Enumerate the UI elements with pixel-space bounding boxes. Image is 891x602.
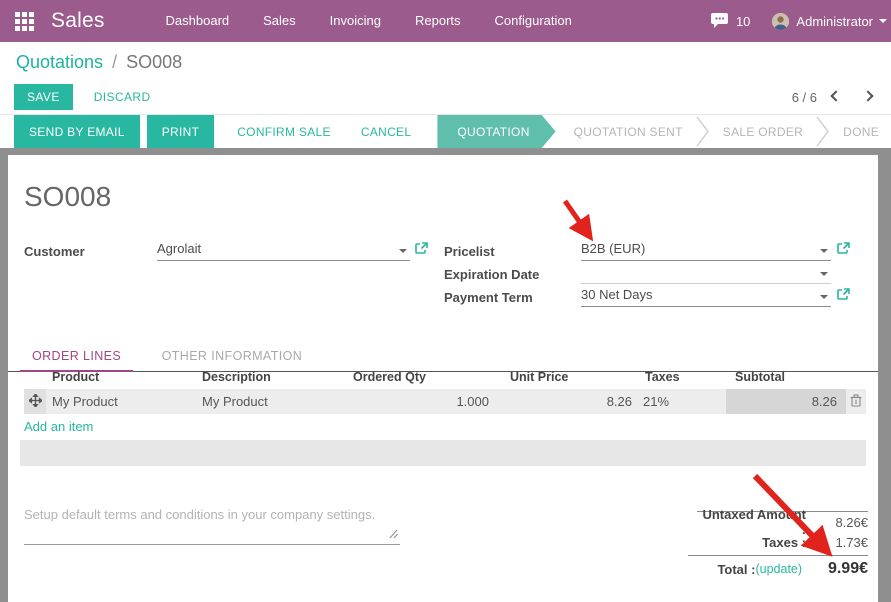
stage-pipeline: QUOTATION QUOTATION SENT SALE ORDER DONE bbox=[437, 115, 891, 148]
send-by-email-button[interactable]: SEND BY EMAIL bbox=[14, 115, 140, 148]
quotation-title: SO008 bbox=[24, 181, 111, 213]
taxes-value: 1.73€ bbox=[806, 535, 868, 550]
dropdown-caret-icon[interactable] bbox=[820, 272, 828, 276]
col-unit-price: Unit Price bbox=[501, 365, 641, 389]
menu-sales[interactable]: Sales bbox=[246, 0, 313, 42]
untaxed-amount-row: Untaxed Amount : 8.26€ bbox=[697, 511, 868, 532]
terms-placeholder: Setup default terms and conditions in yo… bbox=[24, 507, 375, 522]
expiration-date-field[interactable] bbox=[581, 264, 831, 284]
col-description: Description bbox=[196, 365, 341, 389]
menu-dashboard[interactable]: Dashboard bbox=[149, 0, 247, 42]
section-divider bbox=[20, 440, 866, 466]
payment-term-label: Payment Term bbox=[444, 290, 533, 305]
cell-taxes[interactable]: 21% bbox=[641, 389, 726, 414]
stage-sale-order[interactable]: SALE ORDER bbox=[711, 115, 815, 148]
cell-ordered-qty[interactable]: 1.000 bbox=[341, 389, 501, 414]
breadcrumb: Quotations / SO008 bbox=[16, 52, 182, 73]
menu-invoicing[interactable]: Invoicing bbox=[313, 0, 398, 42]
dropdown-caret-icon[interactable] bbox=[399, 249, 407, 253]
navbar-right: 10 Administrator bbox=[711, 13, 887, 30]
cell-product[interactable]: My Product bbox=[46, 389, 196, 414]
payment-term-field[interactable]: 30 Net Days bbox=[581, 287, 831, 307]
apps-menu-icon[interactable] bbox=[15, 12, 34, 31]
update-taxes-link[interactable]: (update) bbox=[755, 562, 808, 576]
pricelist-field[interactable]: B2B (EUR) bbox=[581, 241, 831, 261]
resize-handle-icon[interactable] bbox=[387, 525, 398, 543]
stage-done[interactable]: DONE bbox=[831, 115, 891, 148]
handle-column-header bbox=[24, 365, 46, 389]
cell-description[interactable]: My Product bbox=[196, 389, 341, 414]
cell-unit-price[interactable]: 8.26 bbox=[501, 389, 641, 414]
pager-previous-icon[interactable] bbox=[823, 88, 849, 106]
chevron-down-icon bbox=[879, 19, 887, 23]
stage-chevron-icon bbox=[815, 115, 831, 148]
control-panel: Quotations / SO008 SAVE DISCARD 6 / 6 bbox=[0, 42, 891, 115]
breadcrumb-current: SO008 bbox=[126, 52, 182, 72]
pager-next-icon[interactable] bbox=[855, 88, 881, 106]
dropdown-caret-icon[interactable] bbox=[820, 249, 828, 253]
menu-reports[interactable]: Reports bbox=[398, 0, 478, 42]
user-avatar[interactable] bbox=[772, 13, 789, 30]
stage-quotation-sent[interactable]: QUOTATION SENT bbox=[562, 115, 695, 148]
top-navbar: Sales Dashboard Sales Invoicing Reports … bbox=[0, 0, 891, 42]
main-menu: Dashboard Sales Invoicing Reports Config… bbox=[149, 0, 589, 42]
order-line-row[interactable]: My Product My Product 1.000 8.26 21% 8.2… bbox=[24, 389, 866, 414]
payment-term-external-link-icon[interactable] bbox=[837, 288, 850, 306]
taxes-row: Taxes : 1.73€ bbox=[688, 532, 868, 553]
col-subtotal: Subtotal bbox=[726, 365, 846, 389]
delete-line-icon[interactable] bbox=[846, 389, 866, 414]
col-product: Product bbox=[46, 365, 196, 389]
app-title[interactable]: Sales bbox=[51, 9, 105, 33]
totals-block: Untaxed Amount : 8.26€ Taxes : 1.73€ Tot… bbox=[688, 511, 868, 582]
user-menu[interactable]: Administrator bbox=[796, 14, 873, 29]
customer-label: Customer bbox=[24, 244, 85, 259]
total-label: Total : bbox=[688, 562, 755, 577]
confirm-sale-button[interactable]: CONFIRM SALE bbox=[223, 115, 345, 148]
dropdown-caret-icon[interactable] bbox=[820, 295, 828, 299]
pricelist-label: Pricelist bbox=[444, 244, 495, 259]
trash-column-header bbox=[846, 365, 866, 389]
col-taxes: Taxes bbox=[641, 365, 726, 389]
pager-value: 6 / 6 bbox=[792, 90, 817, 105]
breadcrumb-separator: / bbox=[108, 52, 121, 72]
print-button[interactable]: PRINT bbox=[147, 115, 215, 148]
save-button[interactable]: SAVE bbox=[14, 84, 73, 110]
stage-chevron-icon bbox=[695, 115, 711, 148]
discard-button[interactable]: DISCARD bbox=[86, 84, 159, 110]
customer-field[interactable]: Agrolait bbox=[157, 241, 410, 261]
add-an-item-link[interactable]: Add an item bbox=[24, 419, 93, 434]
cell-subtotal: 8.26 bbox=[726, 389, 846, 414]
statusbar-buttons: SEND BY EMAIL PRINT CONFIRM SALE CANCEL bbox=[14, 115, 425, 148]
total-value: 9.99€ bbox=[808, 560, 868, 578]
cancel-button[interactable]: CANCEL bbox=[347, 115, 425, 148]
untaxed-amount-label: Untaxed Amount : bbox=[697, 507, 806, 537]
taxes-label: Taxes : bbox=[688, 535, 806, 550]
terms-textarea[interactable] bbox=[24, 523, 400, 545]
form-sheet: SO008 Customer Agrolait Pricelist B2B (E… bbox=[8, 155, 878, 602]
expiration-date-label: Expiration Date bbox=[444, 267, 539, 282]
pricelist-external-link-icon[interactable] bbox=[837, 242, 850, 260]
messages-button[interactable]: 10 bbox=[711, 13, 750, 29]
untaxed-amount-value: 8.26€ bbox=[806, 515, 868, 530]
menu-configuration[interactable]: Configuration bbox=[478, 0, 589, 42]
customer-external-link-icon[interactable] bbox=[415, 242, 428, 260]
form-statusbar: SEND BY EMAIL PRINT CONFIRM SALE CANCEL … bbox=[0, 115, 891, 148]
drag-handle-icon[interactable] bbox=[24, 389, 46, 414]
record-pager: 6 / 6 bbox=[792, 88, 881, 106]
stage-quotation[interactable]: QUOTATION bbox=[437, 115, 555, 148]
table-header-row: Product Description Ordered Qty Unit Pri… bbox=[24, 365, 866, 389]
breadcrumb-quotations[interactable]: Quotations bbox=[16, 52, 103, 72]
odoo-sales-app: Sales Dashboard Sales Invoicing Reports … bbox=[0, 0, 891, 602]
order-lines-table: Product Description Ordered Qty Unit Pri… bbox=[24, 365, 866, 414]
record-actions: SAVE DISCARD bbox=[14, 84, 159, 110]
total-row: Total : (update) 9.99€ bbox=[688, 556, 868, 582]
chat-bubble-icon bbox=[711, 13, 730, 29]
messages-count: 10 bbox=[736, 14, 750, 29]
col-ordered-qty: Ordered Qty bbox=[341, 365, 501, 389]
